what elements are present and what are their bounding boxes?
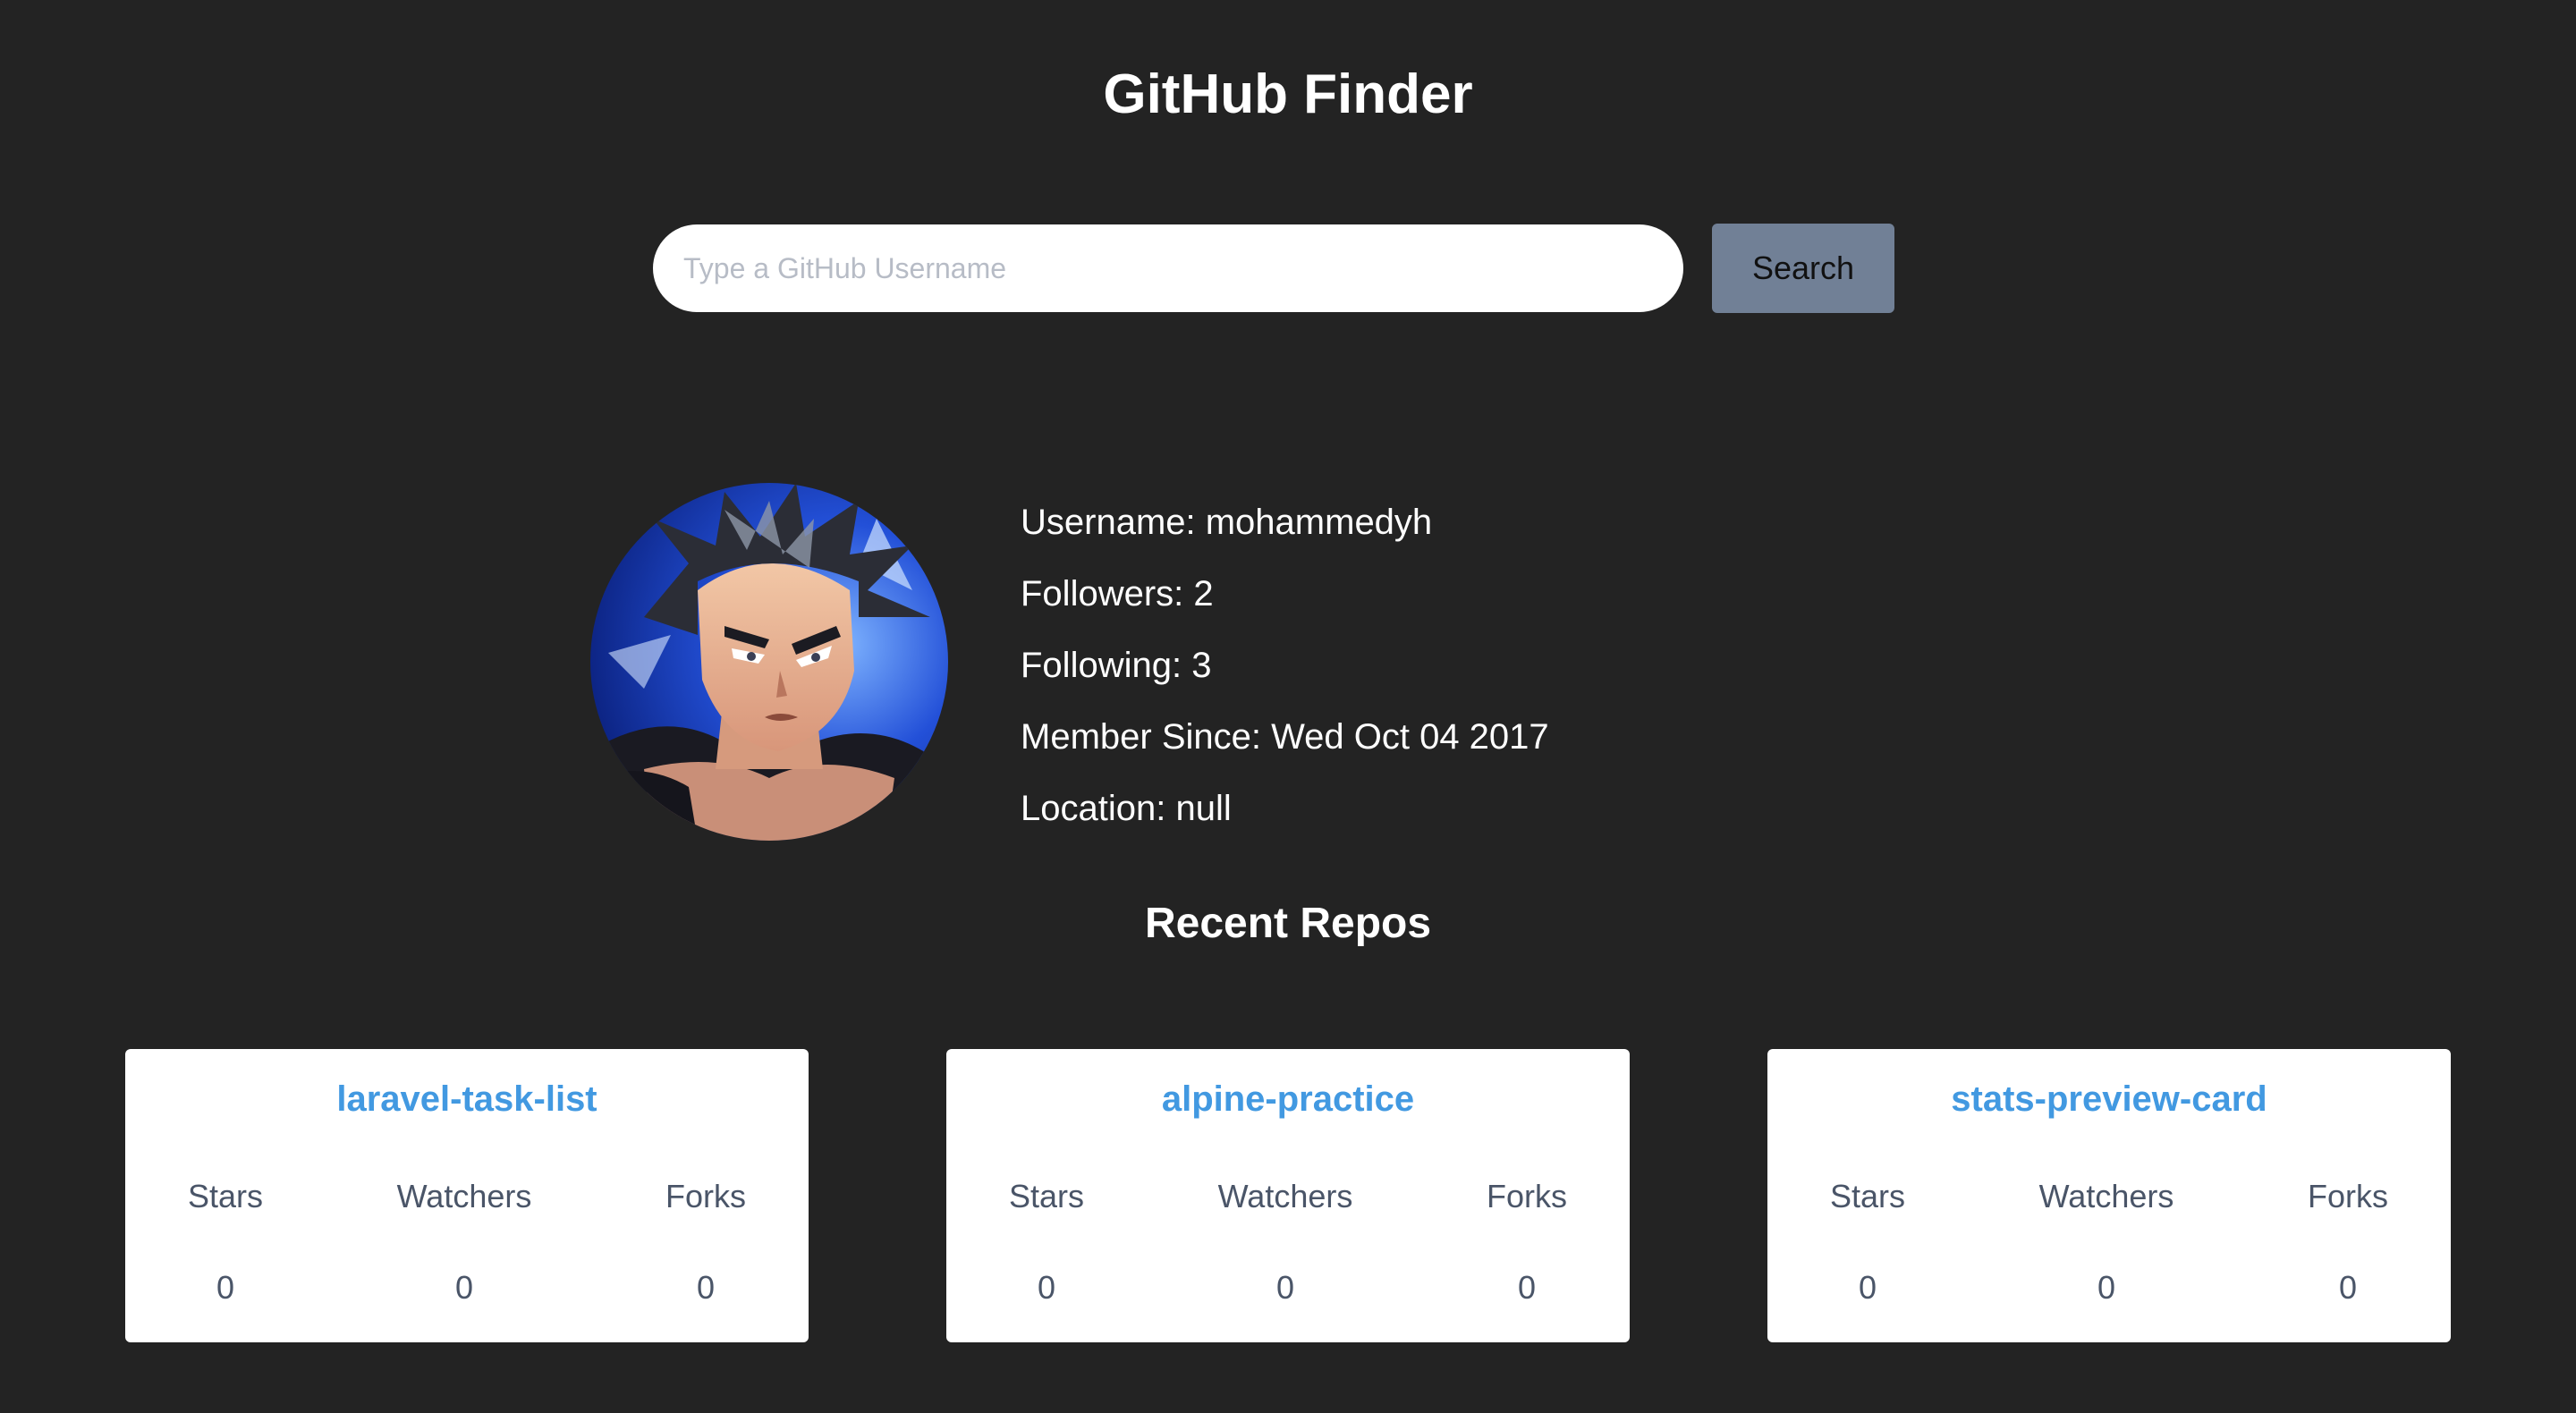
- location-text: Location: null: [1021, 789, 1232, 828]
- username-text: Username: mohammedyh: [1021, 503, 1433, 542]
- stars-value: 0: [1859, 1269, 1877, 1306]
- watchers-stat: Watchers 0: [397, 1174, 532, 1310]
- stars-label: Stars: [188, 1178, 264, 1214]
- repo-stats: Stars 0 Watchers 0 Forks 0: [1830, 1174, 2388, 1310]
- followers-text: Followers: 2: [1021, 574, 1214, 613]
- watchers-stat: Watchers 0: [1218, 1174, 1353, 1310]
- watchers-value: 0: [2097, 1269, 2116, 1306]
- forks-label: Forks: [1486, 1178, 1567, 1214]
- stars-stat: Stars 0: [1009, 1174, 1084, 1310]
- repo-card: laravel-task-list Stars 0 Watchers 0 For…: [125, 1049, 809, 1342]
- repo-card: stats-preview-card Stars 0 Watchers 0 Fo…: [1767, 1049, 2451, 1342]
- watchers-value: 0: [1275, 1269, 1295, 1306]
- forks-label: Forks: [665, 1178, 746, 1214]
- repo-link[interactable]: laravel-task-list: [125, 1079, 809, 1120]
- profile-info: Username: mohammedyh Followers: 2 Follow…: [1021, 487, 1549, 844]
- following-text: Following: 3: [1021, 646, 1212, 685]
- stars-label: Stars: [1830, 1178, 1906, 1214]
- avatar: [590, 483, 948, 841]
- stars-stat: Stars 0: [188, 1174, 263, 1310]
- search-form: Search: [653, 224, 1894, 313]
- search-button[interactable]: Search: [1712, 224, 1894, 313]
- watchers-label: Watchers: [1217, 1178, 1353, 1214]
- repo-stats: Stars 0 Watchers 0 Forks 0: [188, 1174, 746, 1310]
- repo-stats: Stars 0 Watchers 0 Forks 0: [1009, 1174, 1567, 1310]
- forks-value: 0: [1517, 1269, 1536, 1306]
- watchers-stat: Watchers 0: [2039, 1174, 2174, 1310]
- watchers-label: Watchers: [396, 1178, 532, 1214]
- avatar-image: [590, 483, 948, 841]
- repo-list: laravel-task-list Stars 0 Watchers 0 For…: [125, 1049, 2451, 1342]
- repo-card: alpine-practice Stars 0 Watchers 0 Forks…: [946, 1049, 1630, 1342]
- repo-link[interactable]: alpine-practice: [946, 1079, 1630, 1120]
- forks-stat: Forks 0: [2308, 1174, 2388, 1310]
- member-since-text: Member Since: Wed Oct 04 2017: [1021, 717, 1549, 757]
- stars-value: 0: [216, 1269, 235, 1306]
- forks-value: 0: [696, 1269, 715, 1306]
- stars-stat: Stars 0: [1830, 1174, 1905, 1310]
- profile-section: Username: mohammedyh Followers: 2 Follow…: [590, 483, 1549, 844]
- search-input[interactable]: [653, 224, 1683, 312]
- watchers-label: Watchers: [2038, 1178, 2174, 1214]
- watchers-value: 0: [454, 1269, 474, 1306]
- recent-repos-title: Recent Repos: [1144, 900, 1432, 947]
- forks-stat: Forks 0: [1487, 1174, 1567, 1310]
- forks-stat: Forks 0: [665, 1174, 746, 1310]
- forks-label: Forks: [2307, 1178, 2388, 1214]
- repo-link[interactable]: stats-preview-card: [1767, 1079, 2451, 1120]
- stars-value: 0: [1038, 1269, 1056, 1306]
- stars-label: Stars: [1009, 1178, 1085, 1214]
- app-title: GitHub Finder: [1103, 63, 1473, 125]
- forks-value: 0: [2338, 1269, 2357, 1306]
